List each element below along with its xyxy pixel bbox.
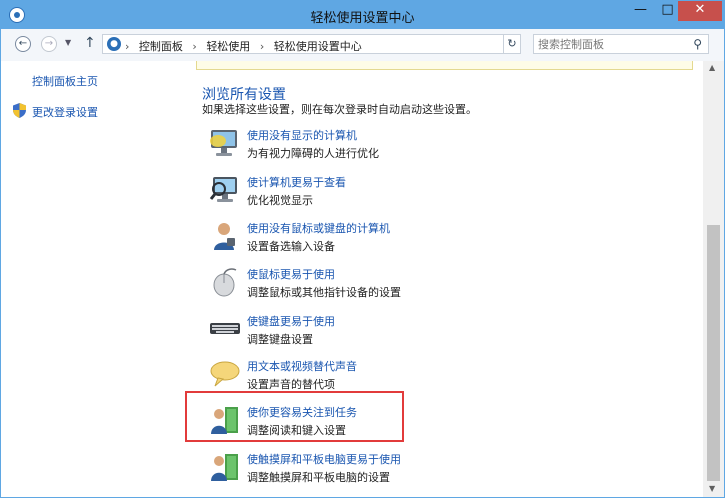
item-description: 设置声音的替代项	[247, 378, 335, 391]
section-description: 如果选择这些设置，则在每次登录时自动启动这些设置。	[202, 103, 477, 116]
keyboard-icon	[210, 323, 240, 334]
item-link[interactable]: 使键盘更易于使用	[247, 313, 335, 329]
content-area: 控制面板主页 更改登录设置 浏览所有设置 如果选择这些设置，则在每次登录时自动启…	[1, 61, 724, 497]
scroll-thumb[interactable]	[707, 225, 720, 481]
search-input[interactable]	[538, 37, 683, 51]
highlight-box	[185, 391, 404, 442]
item-link[interactable]: 使鼠标更易于使用	[247, 266, 335, 282]
scroll-up-arrow[interactable]: ▲	[709, 63, 715, 72]
control-panel-window: 轻松使用设置中心 — □ ✕ ← → ▼ ↑ ● › 控制面板 › 轻松使用 ›…	[0, 0, 725, 498]
item-description: 设置备选输入设备	[247, 240, 335, 253]
change-login-settings-link[interactable]: 更改登录设置	[32, 104, 98, 120]
breadcrumb-separator: ›	[125, 40, 130, 53]
back-button[interactable]: ←	[15, 36, 31, 52]
speech-bubble-icon	[210, 361, 240, 387]
item-description: 优化视觉显示	[247, 194, 313, 207]
breadcrumb-separator[interactable]: ›	[260, 40, 264, 53]
navigation-toolbar: ← → ▼ ↑ ● › 控制面板 › 轻松使用 › 轻松使用设置中心 ▼ ↻ ⚲	[1, 29, 724, 61]
breadcrumb-ease-of-access[interactable]: 轻松使用	[206, 40, 250, 53]
search-icon[interactable]: ⚲	[693, 37, 702, 51]
item-link[interactable]: 使计算机更易于查看	[247, 174, 346, 190]
breadcrumb: › 控制面板 › 轻松使用 › 轻松使用设置中心	[125, 38, 368, 54]
item-link[interactable]: 使用没有鼠标或键盘的计算机	[247, 220, 390, 236]
setting-item: 使用没有显示的计算机 为有视力障碍的人进行优化	[206, 127, 646, 167]
window-title: 轻松使用设置中心	[310, 11, 415, 26]
maximize-button[interactable]: □	[654, 1, 681, 21]
monitor-icon	[210, 130, 237, 156]
item-link[interactable]: 使触摸屏和平板电脑更易于使用	[247, 451, 401, 467]
magnifier-display-icon	[209, 177, 237, 202]
scroll-down-arrow[interactable]: ▼	[709, 484, 715, 493]
item-description: 调整鼠标或其他指针设备的设置	[247, 286, 401, 299]
forward-button[interactable]: →	[41, 36, 57, 52]
breadcrumb-separator[interactable]: ›	[192, 40, 196, 53]
setting-item: 使鼠标更易于使用 调整鼠标或其他指针设备的设置	[206, 266, 646, 306]
title-bar[interactable]: 轻松使用设置中心 — □ ✕	[1, 1, 724, 29]
up-button[interactable]: ↑	[84, 35, 96, 51]
breadcrumb-control-panel[interactable]: 控制面板	[139, 40, 183, 53]
recent-locations-dropdown[interactable]: ▼	[65, 38, 71, 47]
breadcrumb-ease-of-access-center[interactable]: 轻松使用设置中心	[274, 40, 362, 53]
person-touch-icon	[211, 454, 238, 481]
address-bar[interactable]: ● › 控制面板 › 轻松使用 › 轻松使用设置中心 ▼	[102, 34, 521, 54]
setting-item: 使用没有鼠标或键盘的计算机 设置备选输入设备	[206, 220, 646, 260]
notice-banner	[196, 61, 693, 70]
item-description: 调整键盘设置	[247, 333, 313, 346]
setting-item: 使触摸屏和平板电脑更易于使用 调整触摸屏和平板电脑的设置	[206, 451, 646, 491]
setting-item: 使键盘更易于使用 调整键盘设置	[206, 313, 646, 353]
close-button[interactable]: ✕	[678, 1, 722, 21]
item-description: 调整触摸屏和平板电脑的设置	[247, 471, 390, 484]
item-link[interactable]: 用文本或视频替代声音	[247, 358, 357, 374]
shield-icon	[13, 103, 26, 118]
minimize-button[interactable]: —	[627, 1, 654, 21]
mouse-icon	[213, 268, 237, 297]
item-description: 为有视力障碍的人进行优化	[247, 147, 379, 160]
search-box[interactable]: ⚲	[533, 34, 709, 54]
control-panel-icon: ●	[107, 37, 121, 51]
refresh-button[interactable]: ↻	[503, 34, 521, 54]
setting-item: 使计算机更易于查看 优化视觉显示	[206, 174, 646, 214]
control-panel-home-link[interactable]: 控制面板主页	[32, 73, 98, 89]
user-icon	[214, 223, 235, 250]
item-link[interactable]: 使用没有显示的计算机	[247, 127, 357, 143]
vertical-scrollbar[interactable]: ▲ ▼	[703, 61, 724, 497]
